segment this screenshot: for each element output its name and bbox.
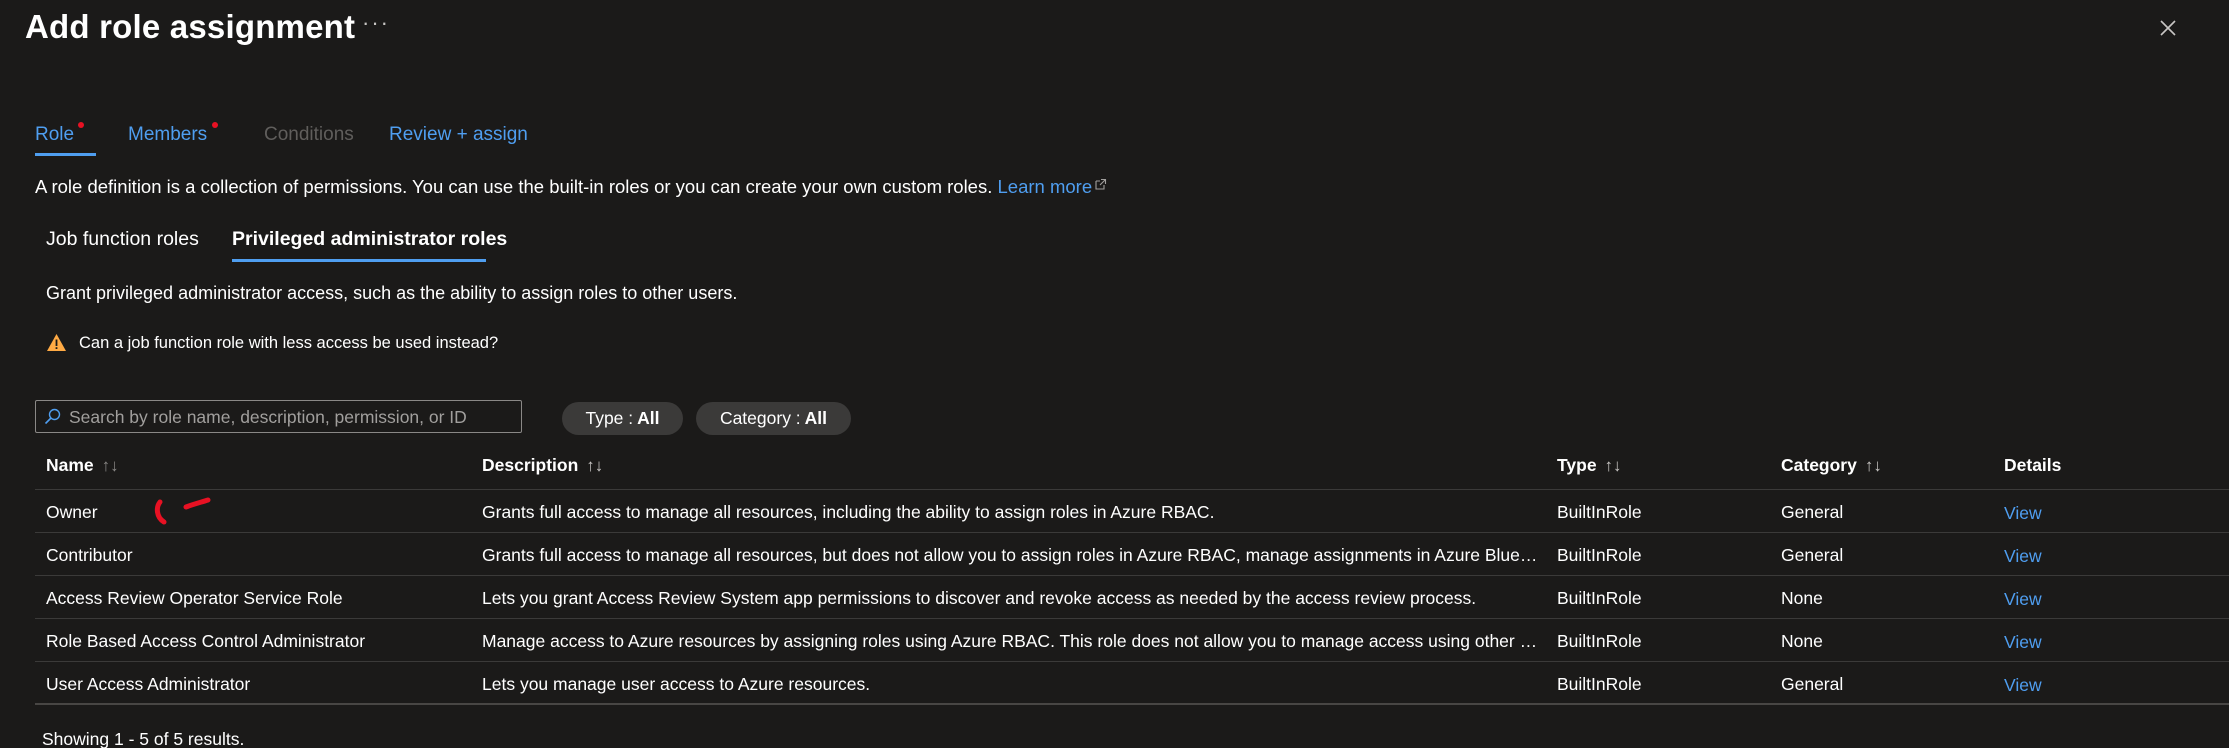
role-category: None — [1781, 631, 1823, 651]
role-category: General — [1781, 545, 1844, 565]
role-type: BuiltInRole — [1557, 588, 1642, 608]
role-name: Role Based Access Control Administrator — [46, 631, 366, 651]
tab-members[interactable]: Members — [128, 124, 207, 146]
role-description: Lets you manage user access to Azure res… — [482, 674, 871, 694]
warning-icon — [47, 334, 66, 351]
learn-more-link[interactable]: Learn more — [998, 176, 1093, 197]
intro-text: A role definition is a collection of per… — [35, 176, 998, 197]
role-search-box[interactable] — [35, 400, 522, 433]
role-name: User Access Administrator — [46, 674, 251, 694]
more-options-button[interactable]: ··· — [362, 10, 390, 36]
category-filter-value: All — [804, 408, 828, 428]
tab-conditions: Conditions — [264, 124, 354, 145]
role-description: Manage access to Azure resources by assi… — [482, 631, 1544, 651]
annotation-mark — [154, 497, 211, 525]
view-details-link[interactable]: View — [2004, 589, 2042, 610]
category-filter-pill[interactable]: Category : All — [696, 402, 851, 435]
view-details-link[interactable]: View — [2004, 503, 2042, 524]
row-divider — [35, 532, 2229, 533]
row-divider — [35, 618, 2229, 619]
type-filter-pill[interactable]: Type : All — [562, 402, 683, 435]
role-definition-intro: A role definition is a collection of per… — [35, 176, 1107, 198]
column-header-name-label: Name — [46, 455, 94, 475]
search-input[interactable] — [69, 405, 514, 429]
type-filter-value: All — [637, 408, 660, 428]
close-button[interactable] — [2158, 18, 2178, 38]
tab-role[interactable]: Role — [35, 124, 74, 146]
role-category: General — [1781, 502, 1844, 522]
tab-job-function-roles[interactable]: Job function roles — [46, 228, 199, 251]
view-details-link[interactable]: View — [2004, 546, 2042, 567]
tab-privileged-administrator-roles[interactable]: Privileged administrator roles — [232, 228, 507, 251]
role-name: Owner — [46, 502, 98, 522]
role-description: Grants full access to manage all resourc… — [482, 545, 1544, 565]
view-details-link[interactable]: View — [2004, 632, 2042, 653]
table-bottom-divider — [35, 703, 2229, 705]
tab-role-underline — [35, 153, 96, 156]
privileged-description: Grant privileged administrator access, s… — [46, 283, 738, 303]
column-header-description-label: Description — [482, 455, 579, 475]
role-category: None — [1781, 588, 1823, 608]
search-icon — [44, 408, 61, 425]
column-header-type-label: Type — [1557, 455, 1597, 475]
role-type: BuiltInRole — [1557, 502, 1642, 522]
sort-icon: ↑↓ — [586, 456, 604, 475]
sort-icon: ↑↓ — [1864, 456, 1882, 475]
sort-icon: ↑↓ — [1604, 456, 1622, 475]
row-divider — [35, 575, 2229, 576]
role-name: Access Review Operator Service Role — [46, 588, 343, 608]
members-required-indicator — [212, 122, 218, 128]
page-title: Add role assignment — [25, 8, 356, 45]
role-type: BuiltInRole — [1557, 631, 1642, 651]
role-description: Lets you grant Access Review System app … — [482, 588, 1477, 608]
column-header-category-label: Category — [1781, 455, 1857, 475]
role-description: Grants full access to manage all resourc… — [482, 502, 1215, 522]
external-link-icon — [1095, 178, 1107, 190]
sort-icon: ↑↓ — [101, 456, 119, 475]
role-name: Contributor — [46, 545, 133, 565]
view-details-link[interactable]: View — [2004, 675, 2042, 696]
column-header-description[interactable]: Description ↑↓ — [482, 455, 603, 476]
column-header-details: Details — [2004, 455, 2061, 476]
results-count: Showing 1 - 5 of 5 results. — [42, 729, 245, 748]
type-filter-label: Type : — [585, 408, 634, 428]
role-type: BuiltInRole — [1557, 545, 1642, 565]
row-divider — [35, 489, 2229, 490]
row-divider — [35, 661, 2229, 662]
warning-text: Can a job function role with less access… — [79, 334, 499, 352]
column-header-type[interactable]: Type ↑↓ — [1557, 455, 1622, 476]
role-type: BuiltInRole — [1557, 674, 1642, 694]
column-header-name[interactable]: Name ↑↓ — [46, 455, 119, 476]
close-icon — [2160, 20, 2176, 36]
role-category: General — [1781, 674, 1844, 694]
column-header-details-label: Details — [2004, 455, 2062, 475]
role-required-indicator — [78, 122, 84, 128]
column-header-category[interactable]: Category ↑↓ — [1781, 455, 1882, 476]
tab-review-assign[interactable]: Review + assign — [389, 124, 528, 146]
selected-subtab-underline — [232, 259, 486, 262]
category-filter-label: Category : — [719, 408, 801, 428]
